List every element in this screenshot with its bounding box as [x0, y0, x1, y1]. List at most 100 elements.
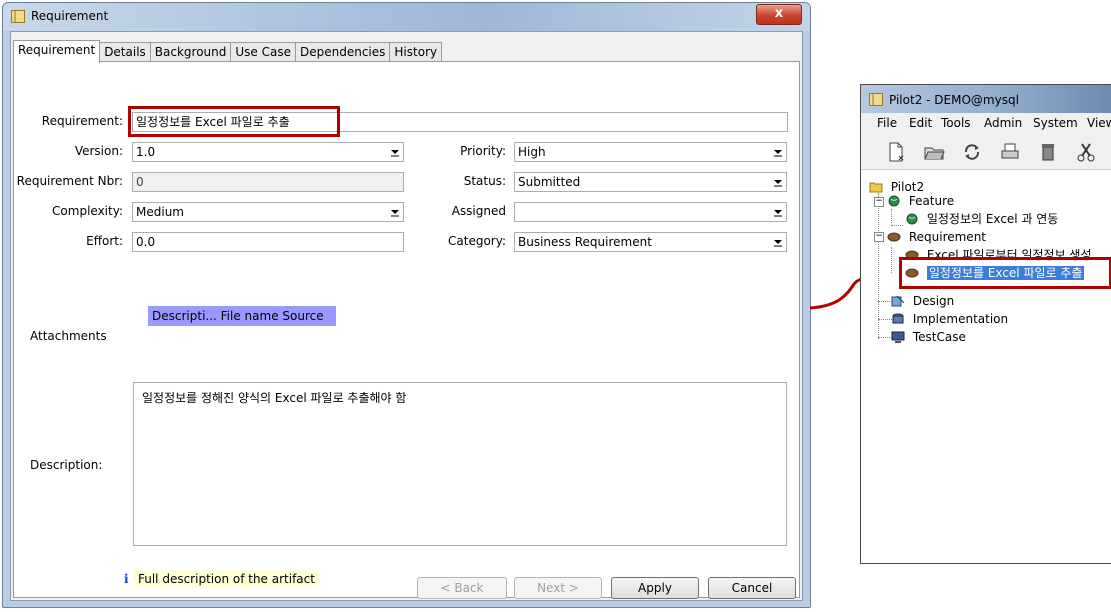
attachments-label: Attachments — [30, 329, 107, 343]
requirement-window: Requirement x Requirement Details Backgr… — [2, 2, 811, 608]
chevron-down-icon — [774, 180, 782, 187]
complexity-label: Complexity: — [52, 204, 123, 218]
status-select[interactable]: Submitted — [514, 172, 787, 192]
back-button[interactable]: < Back — [417, 577, 507, 599]
priority-label: Priority: — [460, 144, 506, 158]
complexity-value: Medium — [136, 205, 184, 219]
tree-node-feature[interactable]: Feature — [887, 193, 954, 209]
pilot-toolbar — [861, 133, 1111, 170]
tab-use-case[interactable]: Use Case — [230, 42, 296, 62]
print-icon[interactable] — [999, 141, 1021, 163]
requirement-panel: Requirement: 일정정보를 Excel 파일로 추출 Version:… — [13, 61, 800, 599]
window-icon — [869, 93, 883, 106]
requirement-highlight-box — [128, 106, 340, 137]
attachments-table-header[interactable]: Descripti... File name Source — [148, 306, 336, 326]
tab-details[interactable]: Details — [99, 42, 151, 62]
pilot-window: Pilot2 - DEMO@mysql File Edit Tools Admi… — [860, 84, 1111, 564]
new-document-icon[interactable] — [885, 141, 907, 163]
refresh-icon[interactable] — [961, 141, 983, 163]
window-title: Requirement — [31, 9, 109, 23]
tree-line — [891, 209, 892, 223]
complexity-select[interactable]: Medium — [132, 202, 404, 222]
delete-icon[interactable] — [1037, 141, 1059, 163]
status-label: Status: — [463, 174, 506, 188]
bean-icon — [887, 232, 901, 242]
tree-line — [878, 319, 892, 320]
monitor-icon — [891, 331, 905, 343]
pilot-window-title: Pilot2 - DEMO@mysql — [889, 93, 1019, 107]
chevron-down-icon — [774, 210, 782, 217]
tree-node-label: Feature — [908, 194, 955, 208]
project-tree: Pilot2 − Feature 일정정보의 Excel 과 연동 − Requ… — [861, 173, 1111, 563]
assigned-label: Assigned — [451, 204, 506, 218]
tree-line — [878, 301, 892, 302]
globe-icon — [906, 213, 918, 225]
tab-background[interactable]: Background — [149, 42, 232, 62]
cancel-button[interactable]: Cancel — [708, 577, 796, 599]
design-icon — [891, 295, 905, 307]
chevron-down-icon — [391, 150, 399, 157]
menu-admin[interactable]: Admin — [984, 116, 1022, 130]
tree-node-label: Requirement — [908, 230, 987, 244]
category-label: Category: — [448, 234, 506, 248]
menu-view[interactable]: View — [1087, 116, 1111, 130]
menu-edit[interactable]: Edit — [909, 116, 932, 130]
category-select[interactable]: Business Requirement — [514, 232, 787, 252]
tree-line — [878, 337, 892, 338]
tree-highlight-box — [899, 257, 1111, 289]
chevron-down-icon — [774, 150, 782, 157]
tree-line — [891, 225, 903, 226]
description-label: Description: — [30, 458, 103, 472]
effort-input[interactable]: 0.0 — [132, 232, 404, 252]
requirement-nbr-field: 0 — [132, 172, 404, 192]
cut-icon[interactable] — [1075, 141, 1097, 163]
version-label: Version: — [74, 144, 123, 158]
chevron-down-icon — [774, 240, 782, 247]
tree-line — [878, 193, 879, 339]
globe-icon — [888, 195, 900, 207]
tree-node-implementation[interactable]: Implementation — [891, 311, 1008, 327]
tree-node-label: TestCase — [912, 330, 966, 344]
folder-icon — [869, 182, 883, 193]
tree-node-testcase[interactable]: TestCase — [891, 329, 966, 345]
tree-node-label: Pilot2 — [890, 180, 925, 194]
tree-node-label: 일정정보의 Excel 과 연동 — [926, 212, 1059, 226]
open-folder-icon[interactable] — [923, 141, 945, 163]
close-button[interactable]: x — [756, 4, 802, 25]
tree-line — [891, 247, 892, 273]
next-button[interactable]: Next > — [514, 577, 602, 599]
menu-file[interactable]: File — [877, 116, 897, 130]
menu-tools[interactable]: Tools — [941, 116, 971, 130]
tab-history[interactable]: History — [389, 42, 443, 62]
info-icon: i — [124, 572, 129, 586]
tree-node-requirement[interactable]: Requirement — [887, 229, 986, 245]
pilot-menu-bar: File Edit Tools Admin System View — [861, 113, 1111, 133]
tree-node-feature-item[interactable]: 일정정보의 Excel 과 연동 — [905, 211, 1058, 227]
effort-label: Effort: — [86, 234, 123, 248]
requirement-label: Requirement: — [41, 114, 123, 128]
assigned-select[interactable] — [514, 202, 787, 222]
dialog-client: Requirement Details Background Use Case … — [10, 31, 803, 601]
tree-node-label: Design — [912, 294, 955, 308]
tab-requirement[interactable]: Requirement — [13, 40, 101, 63]
priority-select[interactable]: High — [514, 142, 787, 162]
tab-dependencies[interactable]: Dependencies — [295, 42, 391, 62]
chevron-down-icon — [391, 210, 399, 217]
menu-system[interactable]: System — [1033, 116, 1078, 130]
tree-node-design[interactable]: Design — [891, 293, 954, 309]
pilot-title-bar[interactable]: Pilot2 - DEMO@mysql — [861, 85, 1111, 113]
version-value: 1.0 — [136, 145, 156, 159]
tree-node-label: Implementation — [912, 312, 1009, 326]
requirement-nbr-label: Requirement Nbr: — [16, 174, 123, 188]
title-bar[interactable]: Requirement x — [3, 3, 810, 31]
category-value: Business Requirement — [518, 235, 652, 249]
apply-button[interactable]: Apply — [611, 577, 699, 599]
collapse-toggle[interactable]: − — [874, 232, 884, 242]
collapse-toggle[interactable]: − — [874, 197, 884, 207]
priority-value: High — [518, 145, 546, 159]
version-select[interactable]: 1.0 — [132, 142, 404, 162]
window-icon — [11, 10, 25, 23]
description-textarea[interactable]: 일정정보를 정해진 양식의 Excel 파일로 추출해야 함 — [133, 382, 787, 546]
tab-strip: Requirement Details Background Use Case … — [13, 40, 443, 63]
database-icon — [892, 313, 904, 324]
